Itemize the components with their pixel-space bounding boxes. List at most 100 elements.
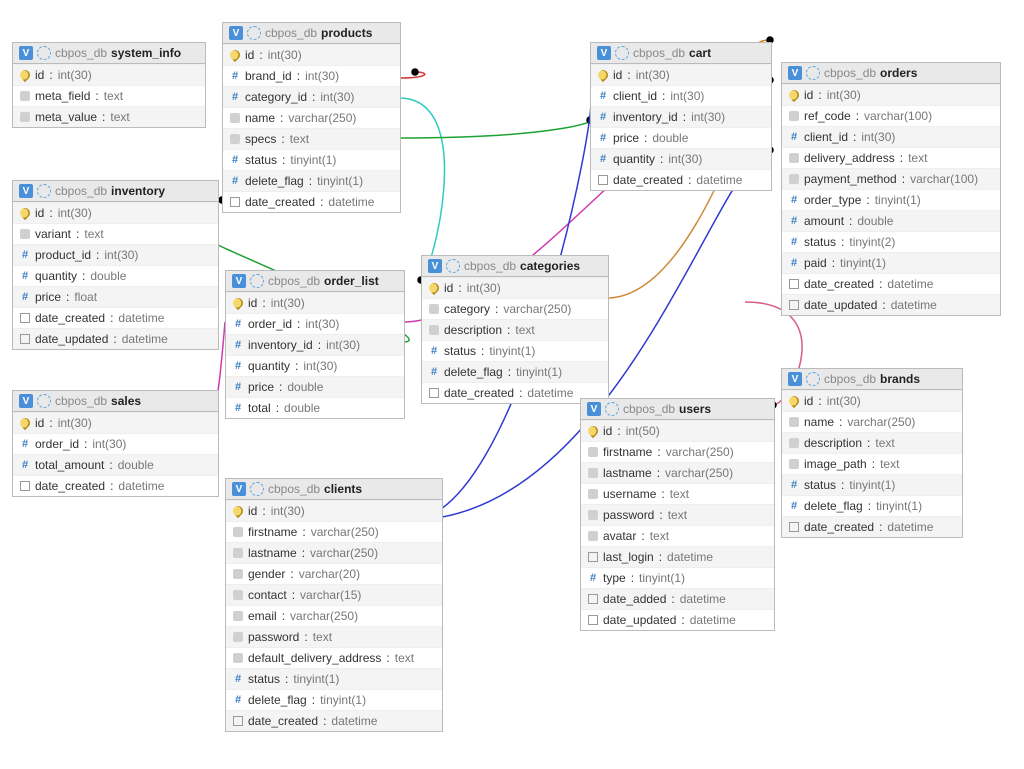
table-products[interactable]: Vcbpos_dbproductsid : int(30)#brand_id :… [222, 22, 401, 213]
column-row[interactable]: image_path : text [782, 453, 962, 474]
column-row[interactable]: username : text [581, 483, 774, 504]
column-row[interactable]: #brand_id : int(30) [223, 65, 400, 86]
column-row[interactable]: date_updated : datetime [782, 294, 1000, 315]
table-sales[interactable]: Vcbpos_dbsalesid : int(30)#order_id : in… [12, 390, 219, 497]
view-icon[interactable]: V [229, 26, 243, 40]
table-cart[interactable]: Vcbpos_dbcartid : int(30)#client_id : in… [590, 42, 772, 191]
table-header[interactable]: Vcbpos_dbcart [591, 43, 771, 64]
column-row[interactable]: date_created : datetime [591, 169, 771, 190]
column-row[interactable]: password : text [226, 626, 442, 647]
gear-icon[interactable] [806, 66, 820, 80]
column-row[interactable]: #category_id : int(30) [223, 86, 400, 107]
gear-icon[interactable] [37, 184, 51, 198]
table-header[interactable]: Vcbpos_dbclients [226, 479, 442, 500]
column-row[interactable]: #order_type : tinyint(1) [782, 189, 1000, 210]
column-row[interactable]: #price : double [226, 376, 404, 397]
column-row[interactable]: id : int(30) [13, 202, 218, 223]
gear-icon[interactable] [250, 274, 264, 288]
view-icon[interactable]: V [597, 46, 611, 60]
column-row[interactable]: date_created : datetime [13, 307, 218, 328]
view-icon[interactable]: V [788, 372, 802, 386]
column-row[interactable]: description : text [782, 432, 962, 453]
view-icon[interactable]: V [19, 394, 33, 408]
table-header[interactable]: Vcbpos_dbsales [13, 391, 218, 412]
column-row[interactable]: firstname : varchar(250) [226, 521, 442, 542]
column-row[interactable]: #paid : tinyint(1) [782, 252, 1000, 273]
table-header[interactable]: Vcbpos_dbusers [581, 399, 774, 420]
gear-icon[interactable] [250, 482, 264, 496]
column-row[interactable]: default_delivery_address : text [226, 647, 442, 668]
table-header[interactable]: Vcbpos_dborder_list [226, 271, 404, 292]
table-header[interactable]: Vcbpos_dbproducts [223, 23, 400, 44]
table-header[interactable]: Vcbpos_dbsystem_info [13, 43, 205, 64]
column-row[interactable]: #total : double [226, 397, 404, 418]
column-row[interactable]: date_updated : datetime [13, 328, 218, 349]
column-row[interactable]: meta_value : text [13, 106, 205, 127]
table-brands[interactable]: Vcbpos_dbbrandsid : int(30)name : varcha… [781, 368, 963, 538]
column-row[interactable]: #quantity : int(30) [591, 148, 771, 169]
column-row[interactable]: date_added : datetime [581, 588, 774, 609]
column-row[interactable]: delivery_address : text [782, 147, 1000, 168]
gear-icon[interactable] [37, 46, 51, 60]
column-row[interactable]: id : int(30) [226, 500, 442, 521]
column-row[interactable]: #order_id : int(30) [226, 313, 404, 334]
table-categories[interactable]: Vcbpos_dbcategoriesid : int(30)category … [421, 255, 609, 404]
view-icon[interactable]: V [788, 66, 802, 80]
column-row[interactable]: lastname : varchar(250) [226, 542, 442, 563]
table-clients[interactable]: Vcbpos_dbclientsid : int(30)firstname : … [225, 478, 443, 732]
gear-icon[interactable] [247, 26, 261, 40]
column-row[interactable]: #delete_flag : tinyint(1) [223, 170, 400, 191]
column-row[interactable]: specs : text [223, 128, 400, 149]
column-row[interactable]: variant : text [13, 223, 218, 244]
gear-icon[interactable] [37, 394, 51, 408]
column-row[interactable]: #quantity : int(30) [226, 355, 404, 376]
column-row[interactable]: #client_id : int(30) [591, 85, 771, 106]
table-orders[interactable]: Vcbpos_dbordersid : int(30)ref_code : va… [781, 62, 1001, 316]
column-row[interactable]: #inventory_id : int(30) [591, 106, 771, 127]
column-row[interactable]: #delete_flag : tinyint(1) [782, 495, 962, 516]
table-header[interactable]: Vcbpos_dbcategories [422, 256, 608, 277]
column-row[interactable]: meta_field : text [13, 85, 205, 106]
column-row[interactable]: name : varchar(250) [223, 107, 400, 128]
column-row[interactable]: email : varchar(250) [226, 605, 442, 626]
column-row[interactable]: id : int(30) [226, 292, 404, 313]
column-row[interactable]: date_created : datetime [226, 710, 442, 731]
view-icon[interactable]: V [428, 259, 442, 273]
column-row[interactable]: last_login : datetime [581, 546, 774, 567]
column-row[interactable]: gender : varchar(20) [226, 563, 442, 584]
column-row[interactable]: #total_amount : double [13, 454, 218, 475]
column-row[interactable]: #status : tinyint(1) [782, 474, 962, 495]
column-row[interactable]: #delete_flag : tinyint(1) [226, 689, 442, 710]
column-row[interactable]: #status : tinyint(2) [782, 231, 1000, 252]
column-row[interactable]: #client_id : int(30) [782, 126, 1000, 147]
column-row[interactable]: name : varchar(250) [782, 411, 962, 432]
column-row[interactable]: ref_code : varchar(100) [782, 105, 1000, 126]
column-row[interactable]: #price : float [13, 286, 218, 307]
column-row[interactable]: #amount : double [782, 210, 1000, 231]
view-icon[interactable]: V [232, 482, 246, 496]
column-row[interactable]: #product_id : int(30) [13, 244, 218, 265]
column-row[interactable]: date_created : datetime [782, 516, 962, 537]
column-row[interactable]: date_created : datetime [13, 475, 218, 496]
column-row[interactable]: #delete_flag : tinyint(1) [422, 361, 608, 382]
column-row[interactable]: #inventory_id : int(30) [226, 334, 404, 355]
column-row[interactable]: id : int(30) [13, 412, 218, 433]
view-icon[interactable]: V [587, 402, 601, 416]
gear-icon[interactable] [615, 46, 629, 60]
column-row[interactable]: #status : tinyint(1) [223, 149, 400, 170]
table-order_list[interactable]: Vcbpos_dborder_listid : int(30)#order_id… [225, 270, 405, 419]
column-row[interactable]: id : int(30) [782, 84, 1000, 105]
column-row[interactable]: id : int(30) [782, 390, 962, 411]
table-header[interactable]: Vcbpos_dborders [782, 63, 1000, 84]
table-header[interactable]: Vcbpos_dbinventory [13, 181, 218, 202]
gear-icon[interactable] [605, 402, 619, 416]
column-row[interactable]: contact : varchar(15) [226, 584, 442, 605]
gear-icon[interactable] [446, 259, 460, 273]
view-icon[interactable]: V [19, 184, 33, 198]
column-row[interactable]: id : int(30) [13, 64, 205, 85]
column-row[interactable]: #quantity : double [13, 265, 218, 286]
column-row[interactable]: date_created : datetime [782, 273, 1000, 294]
column-row[interactable]: #type : tinyint(1) [581, 567, 774, 588]
gear-icon[interactable] [806, 372, 820, 386]
column-row[interactable]: id : int(30) [223, 44, 400, 65]
